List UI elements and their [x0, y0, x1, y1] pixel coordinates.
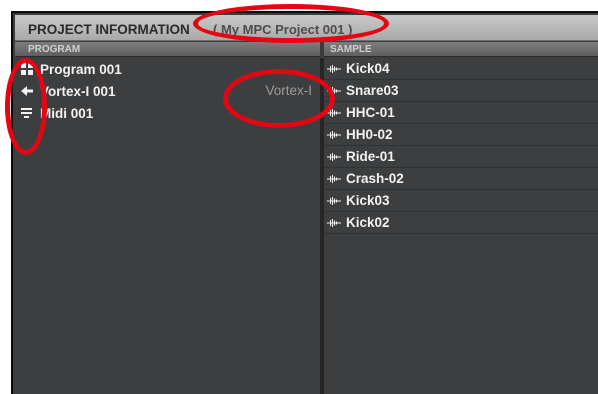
sample-name: HH0-02 [346, 127, 393, 142]
sample-row[interactable]: Kick02 [324, 212, 598, 234]
waveform-icon [324, 80, 344, 102]
midi-lines-icon [15, 102, 38, 124]
drum-grid-icon [15, 58, 38, 80]
sample-name: Kick03 [346, 193, 390, 208]
plugin-arrow-icon [15, 80, 38, 102]
sample-list: Kick04 Snare03 HHC-01 HH0-02 Ride-01 Cra… [324, 58, 598, 394]
program-list: Program 001 Vortex-I 001 Vortex-I Midi 0… [15, 58, 320, 394]
program-column-header[interactable]: PROGRAM [15, 42, 320, 57]
sample-row[interactable]: Kick04 [324, 58, 598, 80]
waveform-icon [324, 146, 344, 168]
title-bar: PROJECT INFORMATION ( My MPC Project 001… [15, 15, 598, 41]
sample-name: Snare03 [346, 83, 399, 98]
sample-row[interactable]: Snare03 [324, 80, 598, 102]
waveform-icon [324, 102, 344, 124]
sample-name: HHC-01 [346, 105, 395, 120]
program-row[interactable]: Program 001 [15, 58, 320, 80]
waveform-icon [324, 58, 344, 80]
program-name: Vortex-I 001 [40, 83, 116, 99]
sample-column-header[interactable]: SAMPLE [324, 42, 598, 57]
waveform-icon [324, 168, 344, 190]
sample-row[interactable]: Ride-01 [324, 146, 598, 168]
waveform-icon [324, 124, 344, 146]
waveform-icon [324, 190, 344, 212]
sample-name: Kick02 [346, 215, 390, 230]
program-name: Program 001 [40, 61, 122, 77]
program-name: Midi 001 [40, 105, 94, 121]
project-name: ( My MPC Project 001 ) [213, 22, 353, 37]
sample-row[interactable]: Crash-02 [324, 168, 598, 190]
program-row[interactable]: Midi 001 [15, 102, 320, 124]
sample-name: Crash-02 [346, 171, 404, 186]
sample-name: Kick04 [346, 61, 390, 76]
sample-row[interactable]: HHC-01 [324, 102, 598, 124]
program-row[interactable]: Vortex-I 001 Vortex-I [15, 80, 320, 102]
panel-title: PROJECT INFORMATION [28, 22, 190, 37]
sample-row[interactable]: Kick03 [324, 190, 598, 212]
waveform-icon [324, 212, 344, 234]
project-information-panel: PROJECT INFORMATION ( My MPC Project 001… [11, 11, 598, 394]
program-plugin-label: Vortex-I [265, 83, 312, 98]
sample-name: Ride-01 [346, 149, 395, 164]
sample-row[interactable]: HH0-02 [324, 124, 598, 146]
